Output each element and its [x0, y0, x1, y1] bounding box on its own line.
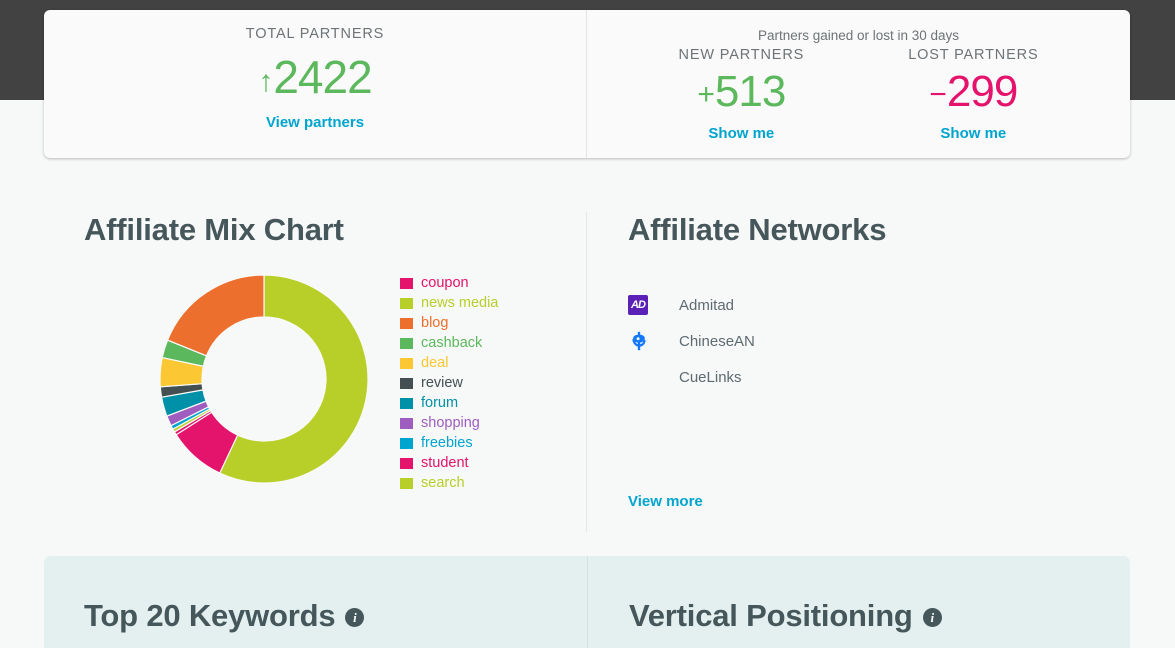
- legend-label: shopping: [421, 415, 480, 431]
- legend-label: forum: [421, 395, 459, 411]
- legend-swatch-icon: [400, 477, 413, 489]
- legend-item-coupon[interactable]: coupon: [400, 273, 498, 293]
- vertical-positioning-title: Vertical Positioning i: [629, 598, 1130, 634]
- network-row[interactable]: ChineseAN: [628, 323, 1175, 359]
- total-partners-value: ↑2422: [258, 51, 372, 103]
- affiliate-networks-panel: Affiliate Networks AD Admitad ChineseAN Cue…: [586, 212, 1175, 532]
- legend-label: freebies: [421, 435, 473, 451]
- new-partners-show-me-link[interactable]: Show me: [708, 125, 774, 142]
- affiliate-mix-panel: Affiliate Mix Chart coupon news media blog…: [0, 212, 586, 532]
- affiliate-mix-legend: coupon news media blog cashback deal review fo…: [400, 273, 498, 493]
- legend-item-shopping[interactable]: shopping: [400, 413, 498, 433]
- legend-swatch-icon: [400, 437, 413, 449]
- legend-swatch-icon: [400, 357, 413, 369]
- legend-item-student[interactable]: student: [400, 453, 498, 473]
- legend-item-cashback[interactable]: cashback: [400, 333, 498, 353]
- legend-swatch-icon: [400, 397, 413, 409]
- top-keywords-title: Top 20 Keywords i: [84, 598, 587, 634]
- legend-item-deal[interactable]: deal: [400, 353, 498, 373]
- new-partners-label: NEW PARTNERS: [678, 47, 805, 63]
- network-name: Admitad: [679, 296, 735, 314]
- affiliate-networks-title: Affiliate Networks: [628, 212, 887, 247]
- legend-swatch-icon: [400, 317, 413, 329]
- vertical-positioning-title-text: Vertical Positioning: [629, 598, 913, 633]
- delta-caption: Partners gained or lost in 30 days: [757, 28, 960, 43]
- legend-item-blog[interactable]: blog: [400, 313, 498, 333]
- total-partners-panel: TOTAL PARTNERS ↑2422 View partners: [44, 10, 587, 158]
- view-partners-link[interactable]: View partners: [266, 114, 364, 131]
- info-icon[interactable]: i: [922, 608, 942, 627]
- lost-partners-panel: LOST PARTNERS −299 Show me: [908, 47, 1038, 142]
- partners-delta-panel: Partners gained or lost in 30 days NEW P…: [587, 10, 1130, 158]
- legend-label: review: [421, 375, 463, 391]
- legend-item-news-media[interactable]: news media: [400, 293, 498, 313]
- legend-item-freebies[interactable]: freebies: [400, 433, 498, 453]
- new-partners-value: +513: [697, 67, 786, 116]
- plus-sign-icon: +: [697, 78, 715, 111]
- legend-label: student: [421, 455, 469, 471]
- minus-sign-icon: −: [929, 78, 947, 111]
- legend-label: coupon: [421, 275, 469, 291]
- legend-label: blog: [421, 315, 449, 331]
- donut-slice-blog[interactable]: [166, 274, 265, 357]
- mid-section: Affiliate Mix Chart coupon news media blog…: [0, 212, 1175, 532]
- legend-swatch-icon: [400, 457, 413, 469]
- lost-partners-number: 299: [946, 67, 1018, 116]
- legend-label: cashback: [421, 335, 483, 351]
- network-name: CueLinks: [679, 368, 742, 386]
- donut-svg: [159, 274, 369, 484]
- network-row[interactable]: AD Admitad: [628, 287, 1175, 323]
- dashboard-page: TOTAL PARTNERS ↑2422 View partners Partn…: [0, 0, 1175, 648]
- top-keywords-panel: Top 20 Keywords i: [44, 556, 587, 648]
- legend-swatch-icon: [400, 417, 413, 429]
- legend-swatch-icon: [400, 297, 413, 309]
- lost-partners-value: −299: [929, 67, 1018, 116]
- network-row[interactable]: CueLinks: [628, 359, 1175, 395]
- network-icon-slot: AD: [628, 295, 679, 315]
- network-icon-slot: [628, 330, 679, 352]
- bottom-panels-card: Top 20 Keywords i Vertical Positioning i: [44, 556, 1130, 648]
- affiliate-networks-list: AD Admitad ChineseAN CueLinks: [628, 287, 1175, 395]
- admitad-logo-icon: AD: [628, 295, 648, 315]
- legend-label: search: [421, 475, 465, 491]
- legend-item-review[interactable]: review: [400, 373, 498, 393]
- new-partners-number: 513: [714, 67, 786, 116]
- total-partners-number: 2422: [273, 51, 372, 103]
- view-more-networks-link[interactable]: View more: [628, 493, 703, 510]
- new-partners-panel: NEW PARTNERS +513 Show me: [679, 47, 805, 142]
- affiliate-mix-donut-chart: [158, 273, 370, 485]
- legend-label: news media: [421, 295, 499, 311]
- affiliate-mix-title: Affiliate Mix Chart: [84, 212, 344, 247]
- info-icon[interactable]: i: [345, 608, 365, 627]
- lost-partners-label: LOST PARTNERS: [908, 47, 1039, 63]
- partners-summary-card: TOTAL PARTNERS ↑2422 View partners Partn…: [44, 10, 1130, 158]
- up-arrow-icon: ↑: [258, 65, 274, 98]
- chinesean-logo-icon: [632, 331, 646, 351]
- legend-swatch-icon: [400, 277, 413, 289]
- legend-label: deal: [421, 355, 449, 371]
- top-keywords-title-text: Top 20 Keywords: [84, 598, 336, 633]
- total-partners-label: TOTAL PARTNERS: [245, 26, 385, 42]
- legend-item-search[interactable]: search: [400, 473, 498, 493]
- vertical-positioning-panel: Vertical Positioning i: [587, 556, 1130, 648]
- legend-item-forum[interactable]: forum: [400, 393, 498, 413]
- legend-swatch-icon: [400, 337, 413, 349]
- network-name: ChineseAN: [679, 332, 755, 350]
- legend-swatch-icon: [400, 377, 413, 389]
- lost-partners-show-me-link[interactable]: Show me: [940, 125, 1006, 142]
